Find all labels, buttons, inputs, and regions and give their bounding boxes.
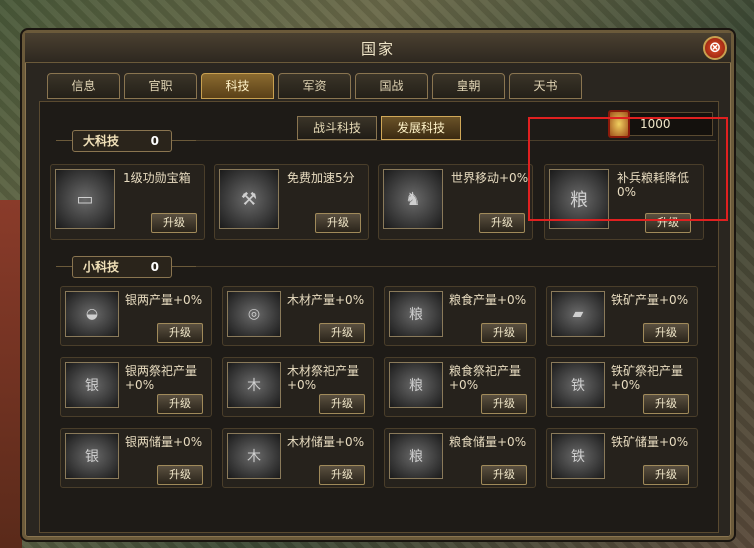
small-tech-card: 木 木材祭祀产量+0% 升级	[222, 357, 374, 417]
big-tech-card: ⚒ 免费加速5分 升级	[214, 164, 369, 240]
upgrade-button[interactable]: 升级	[151, 213, 197, 233]
country-window: 国家 ⊗ 信息 官职 科技 军资 国战 皇朝 天书 战斗科技 发展科技 1000…	[22, 30, 734, 540]
tab-dynasty[interactable]: 皇朝	[432, 73, 505, 99]
tab-technology[interactable]: 科技	[201, 73, 274, 99]
big-tech-header: 大科技 0	[56, 130, 716, 152]
iron-bar-icon: ▰	[551, 291, 605, 337]
close-button[interactable]: ⊗	[703, 36, 727, 60]
window-title: 国家	[360, 40, 395, 58]
small-tech-card: ▰ 铁矿产量+0% 升级	[546, 286, 698, 346]
tab-info[interactable]: 信息	[47, 73, 120, 99]
tech-name: 银两产量+0%	[125, 293, 203, 307]
iron-jar-icon: 铁	[551, 362, 605, 408]
tech-name: 木材储量+0%	[287, 435, 365, 449]
title-bar: 国家 ⊗	[25, 33, 731, 63]
tab-combat-tech[interactable]: 战斗科技	[297, 116, 377, 140]
small-tech-card: 木 木材储量+0% 升级	[222, 428, 374, 488]
upgrade-button[interactable]: 升级	[319, 394, 365, 414]
upgrade-button[interactable]: 升级	[643, 323, 689, 343]
tech-name: 木材祭祀产量+0%	[287, 364, 360, 392]
upgrade-button[interactable]: 升级	[319, 323, 365, 343]
tech-name: 铁矿产量+0%	[611, 293, 689, 307]
tech-name: 粮食祭祀产量+0%	[449, 364, 522, 392]
tech-name: 粮食产量+0%	[449, 293, 527, 307]
tech-name: 免费加速5分	[287, 171, 355, 185]
big-tech-card: ▭ 1级功勋宝箱 升级	[50, 164, 205, 240]
upgrade-button[interactable]: 升级	[479, 213, 525, 233]
grain-jar-icon: 粮	[389, 362, 443, 408]
small-tech-card: 银 银两祭祀产量+0% 升级	[60, 357, 212, 417]
tab-heavenly-book[interactable]: 天书	[509, 73, 582, 99]
tech-name: 1级功勋宝箱	[123, 171, 191, 185]
tech-name: 银两祭祀产量+0%	[125, 364, 198, 392]
hammer-icon: ⚒	[219, 169, 279, 229]
tech-name: 铁矿祭祀产量+0%	[611, 364, 684, 392]
upgrade-button[interactable]: 升级	[157, 394, 203, 414]
upgrade-button[interactable]: 升级	[643, 394, 689, 414]
upgrade-button[interactable]: 升级	[643, 465, 689, 485]
upgrade-button[interactable]: 升级	[319, 465, 365, 485]
upgrade-button[interactable]: 升级	[157, 323, 203, 343]
silver-jar-icon: 银	[65, 362, 119, 408]
small-tech-card: 铁 铁矿祭祀产量+0% 升级	[546, 357, 698, 417]
tech-name: 木材产量+0%	[287, 293, 365, 307]
upgrade-button[interactable]: 升级	[481, 465, 527, 485]
silver-storage-icon: 银	[65, 433, 119, 479]
grain-storage-icon: 粮	[389, 433, 443, 479]
background-building	[0, 200, 22, 548]
small-tech-card: 铁 铁矿储量+0% 升级	[546, 428, 698, 488]
silver-ingot-icon: ◒	[65, 291, 119, 337]
tab-official[interactable]: 官职	[124, 73, 197, 99]
big-tech-label: 大科技 0	[72, 130, 172, 152]
small-tech-header: 小科技 0	[56, 256, 716, 278]
tab-national-war[interactable]: 国战	[355, 73, 428, 99]
iron-storage-icon: 铁	[551, 433, 605, 479]
tab-development-tech[interactable]: 发展科技	[381, 116, 461, 140]
small-tech-count: 0	[150, 260, 159, 274]
wood-jar-icon: 木	[227, 362, 281, 408]
tech-name: 粮食储量+0%	[449, 435, 527, 449]
grain-bag-icon: 粮	[389, 291, 443, 337]
big-tech-count: 0	[150, 134, 159, 148]
main-tabs: 信息 官职 科技 军资 国战 皇朝 天书	[47, 73, 582, 99]
small-tech-card: 粮 粮食储量+0% 升级	[384, 428, 536, 488]
small-tech-card: ◎ 木材产量+0% 升级	[222, 286, 374, 346]
logs-icon: ◎	[227, 291, 281, 337]
army-march-icon: ♞	[383, 169, 443, 229]
upgrade-button[interactable]: 升级	[481, 323, 527, 343]
big-tech-title: 大科技	[83, 134, 120, 148]
tech-name: 铁矿储量+0%	[611, 435, 689, 449]
highlight-box	[528, 117, 728, 221]
small-tech-title: 小科技	[83, 260, 120, 274]
big-tech-card: ♞ 世界移动+0% 升级	[378, 164, 533, 240]
wood-storage-icon: 木	[227, 433, 281, 479]
small-tech-label: 小科技 0	[72, 256, 172, 278]
tab-military-supplies[interactable]: 军资	[278, 73, 351, 99]
small-tech-card: 银 银两储量+0% 升级	[60, 428, 212, 488]
small-tech-card: ◒ 银两产量+0% 升级	[60, 286, 212, 346]
upgrade-button[interactable]: 升级	[315, 213, 361, 233]
small-tech-card: 粮 粮食祭祀产量+0% 升级	[384, 357, 536, 417]
small-tech-card: 粮 粮食产量+0% 升级	[384, 286, 536, 346]
treasure-chest-icon: ▭	[55, 169, 115, 229]
upgrade-button[interactable]: 升级	[481, 394, 527, 414]
tech-name: 银两储量+0%	[125, 435, 203, 449]
upgrade-button[interactable]: 升级	[157, 465, 203, 485]
sub-tabs: 战斗科技 发展科技	[297, 116, 461, 140]
divider	[196, 266, 716, 267]
